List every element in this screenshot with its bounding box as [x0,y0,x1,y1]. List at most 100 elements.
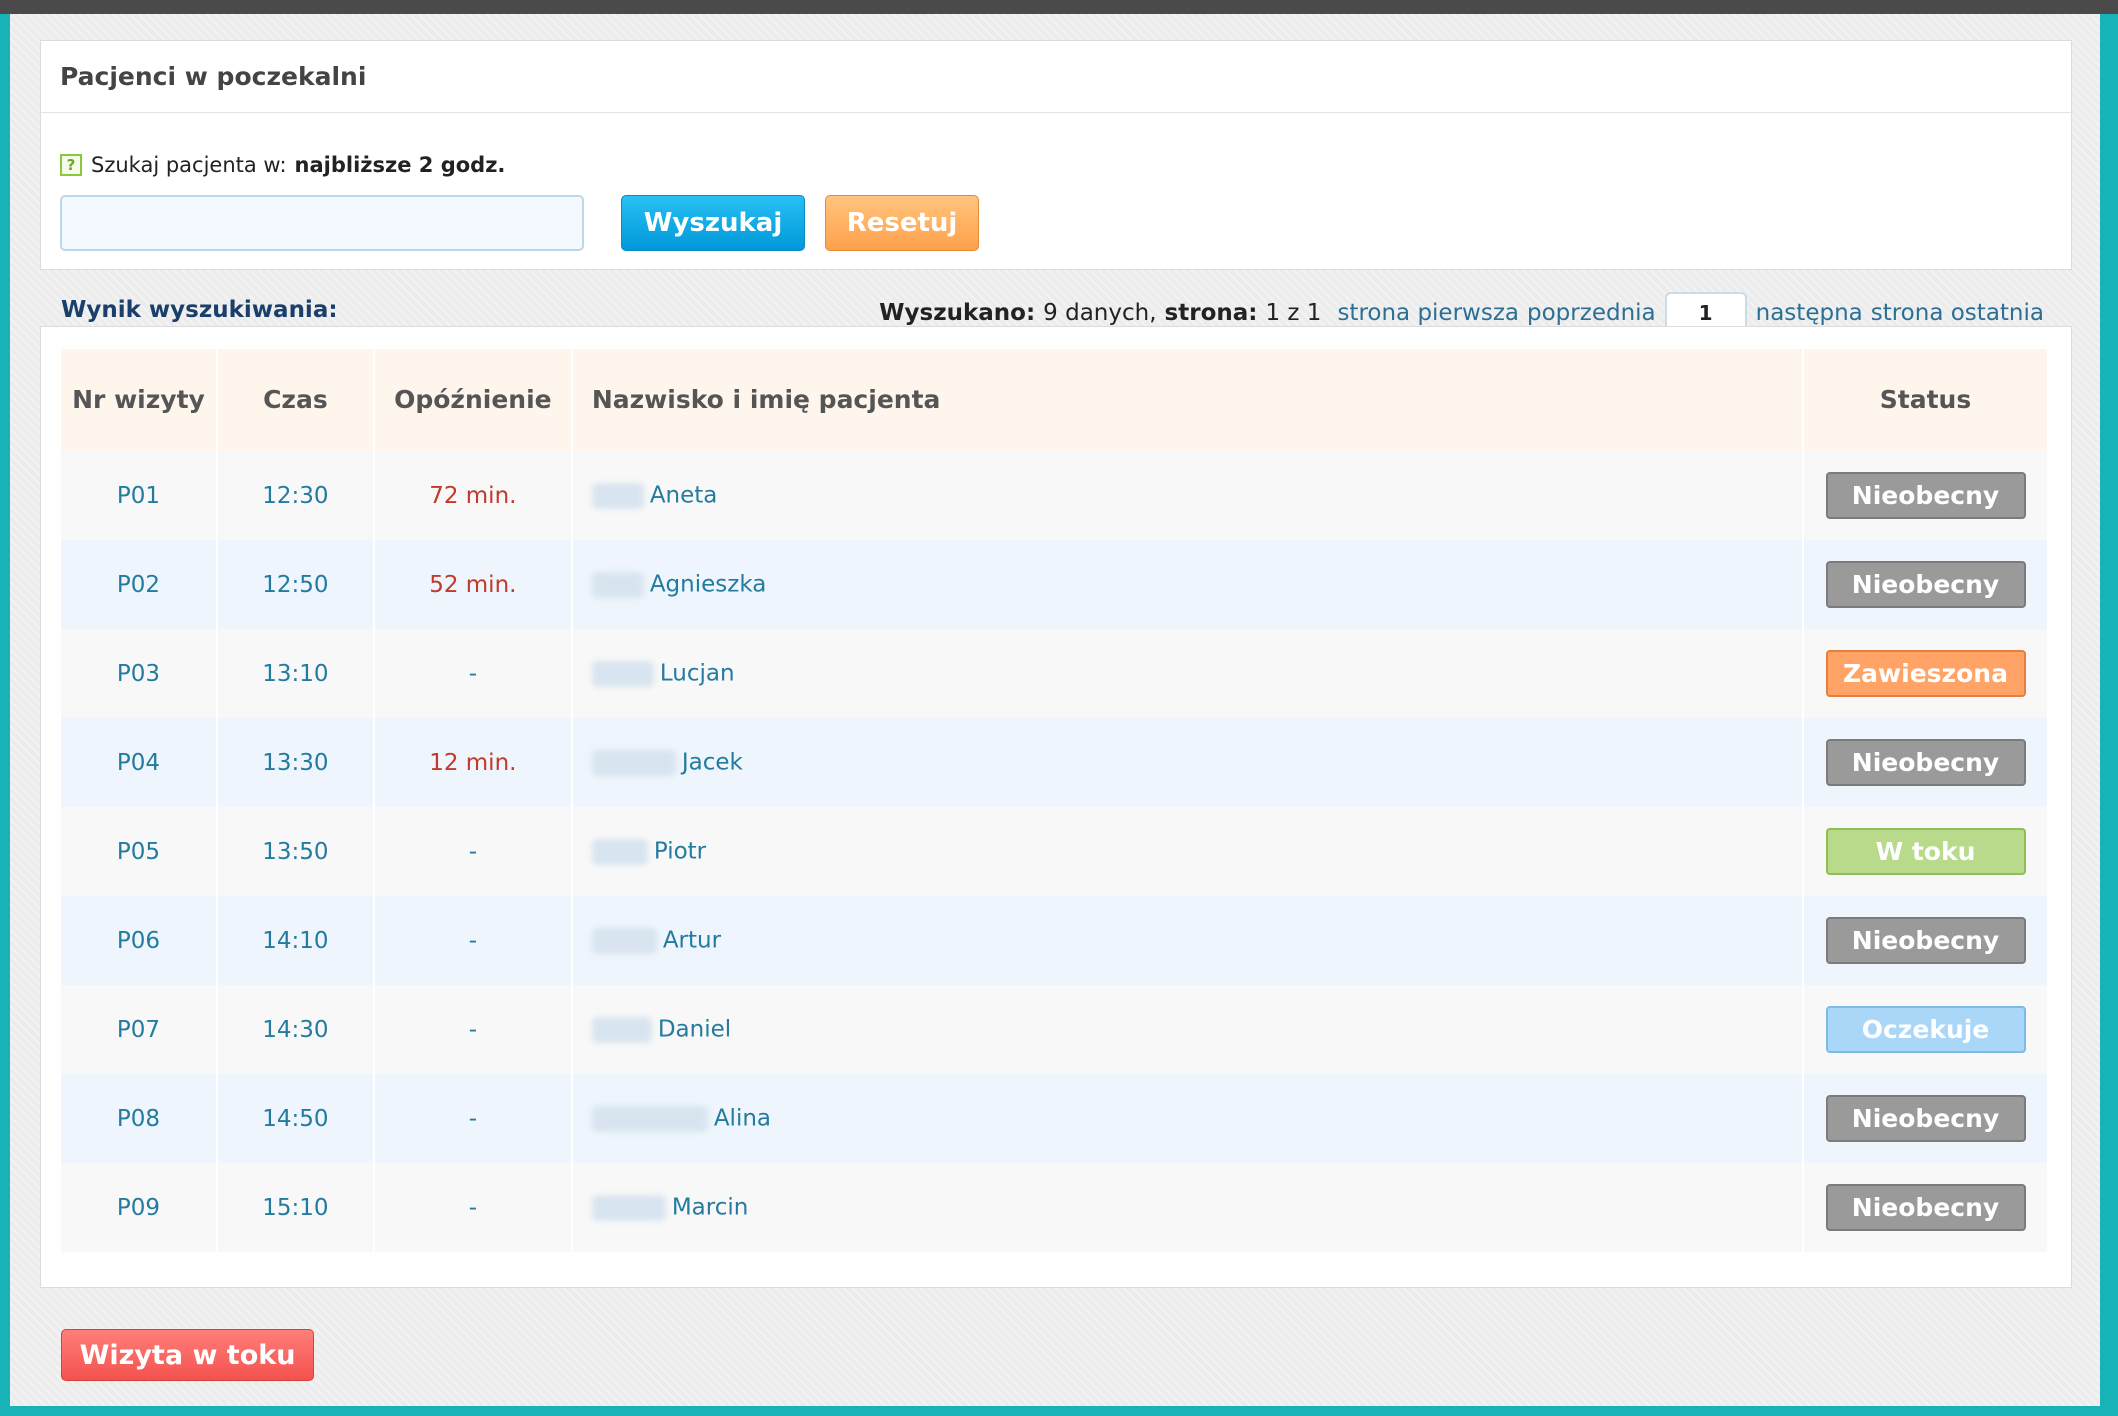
patient-first-name[interactable]: Daniel [658,1017,731,1043]
status-badge[interactable]: Zawieszona [1825,650,2026,697]
status-cell: Oczekuje [1803,985,2049,1074]
next-page-link[interactable]: następna [1756,300,1863,326]
previous-page-link[interactable]: poprzednia [1527,300,1656,326]
page-label: strona: [1164,300,1258,326]
visit-time: 14:30 [216,985,375,1074]
patient-first-name[interactable]: Jacek [682,750,743,776]
redacted-surname [591,838,648,865]
header-status: Status [1803,349,2049,451]
reset-button[interactable]: Resetuj [825,195,979,251]
patient-name-cell[interactable]: Aneta [571,451,1805,540]
status-badge[interactable]: W toku [1825,828,2026,875]
patient-first-name[interactable]: Artur [663,928,721,954]
status-cell: Nieobecny [1803,451,2049,540]
patient-name-cell[interactable]: Agnieszka [571,540,1805,629]
visit-number[interactable]: P01 [61,451,218,540]
visit-delay: 12 min. [373,718,573,807]
search-scope: najbliższe 2 godz. [294,153,506,177]
visit-number[interactable]: P09 [61,1163,218,1252]
visit-time: 14:10 [216,896,375,985]
patient-first-name[interactable]: Agnieszka [650,572,767,598]
visit-number[interactable]: P08 [61,1074,218,1163]
visit-number[interactable]: P07 [61,985,218,1074]
patient-name-cell[interactable]: Lucjan [571,629,1805,718]
status-badge[interactable]: Oczekuje [1825,1006,2026,1053]
search-label: ? Szukaj pacjenta w: najbliższe 2 godz. [60,153,505,177]
visit-delay: - [373,807,573,896]
status-cell: Nieobecny [1803,896,2049,985]
last-page-link[interactable]: strona ostatnia [1871,300,2044,326]
patient-name-cell[interactable]: Piotr [571,807,1805,896]
visit-number[interactable]: P04 [61,718,218,807]
first-page-link[interactable]: strona pierwsza [1337,300,1519,326]
search-input[interactable] [60,195,584,251]
visit-number[interactable]: P02 [61,540,218,629]
top-bar [0,0,2118,14]
table-row[interactable]: P09 15:10 - Marcin Nieobecny [61,1163,2049,1252]
table-row[interactable]: P02 12:50 52 min. Agnieszka Nieobecny [61,540,2049,629]
patient-first-name[interactable]: Aneta [650,483,718,509]
redacted-surname [591,482,644,509]
status-badge[interactable]: Nieobecny [1825,739,2026,786]
table-header-row: Nr wizyty Czas Opóźnienie Nazwisko i imi… [61,349,2049,451]
visit-number[interactable]: P05 [61,807,218,896]
patient-name-cell[interactable]: Jacek [571,718,1805,807]
redacted-surname [591,660,654,687]
visit-delay: - [373,985,573,1074]
table-row[interactable]: P06 14:10 - Artur Nieobecny [61,896,2049,985]
visit-delay: - [373,1074,573,1163]
status-badge[interactable]: Nieobecny [1825,1095,2026,1142]
table-row[interactable]: P05 13:50 - Piotr W toku [61,807,2049,896]
visit-number[interactable]: P03 [61,629,218,718]
visit-in-progress-button[interactable]: Wizyta w toku [61,1329,314,1381]
search-button[interactable]: Wyszukaj [621,195,805,251]
patient-first-name[interactable]: Alina [714,1106,771,1132]
patient-name-cell[interactable]: Artur [571,896,1805,985]
status-cell: Nieobecny [1803,1074,2049,1163]
status-badge[interactable]: Nieobecny [1825,561,2026,608]
patient-name-cell[interactable]: Alina [571,1074,1805,1163]
found-label: Wyszukano: [879,300,1036,326]
header-visit-number: Nr wizyty [61,349,218,451]
status-badge[interactable]: Nieobecny [1825,1184,2026,1231]
redacted-surname [591,571,644,598]
redacted-surname [591,749,676,776]
status-badge[interactable]: Nieobecny [1825,472,2026,519]
visit-number[interactable]: P06 [61,896,218,985]
visit-delay: - [373,1163,573,1252]
visit-time: 13:50 [216,807,375,896]
visit-delay: - [373,896,573,985]
panel-title: Pacjenci w poczekalni [41,41,2071,113]
waiting-room-panel: Pacjenci w poczekalni ? Szukaj pacjenta … [40,40,2072,270]
found-value: 9 danych, [1043,300,1157,326]
patient-first-name[interactable]: Marcin [672,1195,749,1221]
patient-name-cell[interactable]: Marcin [571,1163,1805,1252]
status-cell: Nieobecny [1803,718,2049,807]
table-row[interactable]: P03 13:10 - Lucjan Zawieszona [61,629,2049,718]
header-delay: Opóźnienie [373,349,573,451]
status-cell: Nieobecny [1803,1163,2049,1252]
table-row[interactable]: P07 14:30 - Daniel Oczekuje [61,985,2049,1074]
search-label-text: Szukaj pacjenta w: [91,153,287,177]
visit-time: 12:50 [216,540,375,629]
visit-delay: 72 min. [373,451,573,540]
page-frame: Pacjenci w poczekalni ? Szukaj pacjenta … [10,14,2100,1406]
patients-table: Nr wizyty Czas Opóźnienie Nazwisko i imi… [61,349,2049,1252]
visit-time: 15:10 [216,1163,375,1252]
status-badge[interactable]: Nieobecny [1825,917,2026,964]
patient-name-cell[interactable]: Daniel [571,985,1805,1074]
patient-first-name[interactable]: Piotr [654,839,706,865]
patient-first-name[interactable]: Lucjan [660,661,735,687]
header-time: Czas [216,349,375,451]
visit-time: 13:30 [216,718,375,807]
page-value: 1 z 1 [1265,300,1322,326]
help-icon[interactable]: ? [60,154,82,176]
table-row[interactable]: P08 14:50 - Alina Nieobecny [61,1074,2049,1163]
redacted-surname [591,927,657,954]
redacted-surname [591,1194,666,1221]
results-label: Wynik wyszukiwania: [61,297,338,323]
table-row[interactable]: P01 12:30 72 min. Aneta Nieobecny [61,451,2049,540]
visit-time: 14:50 [216,1074,375,1163]
table-row[interactable]: P04 13:30 12 min. Jacek Nieobecny [61,718,2049,807]
redacted-surname [591,1105,708,1132]
